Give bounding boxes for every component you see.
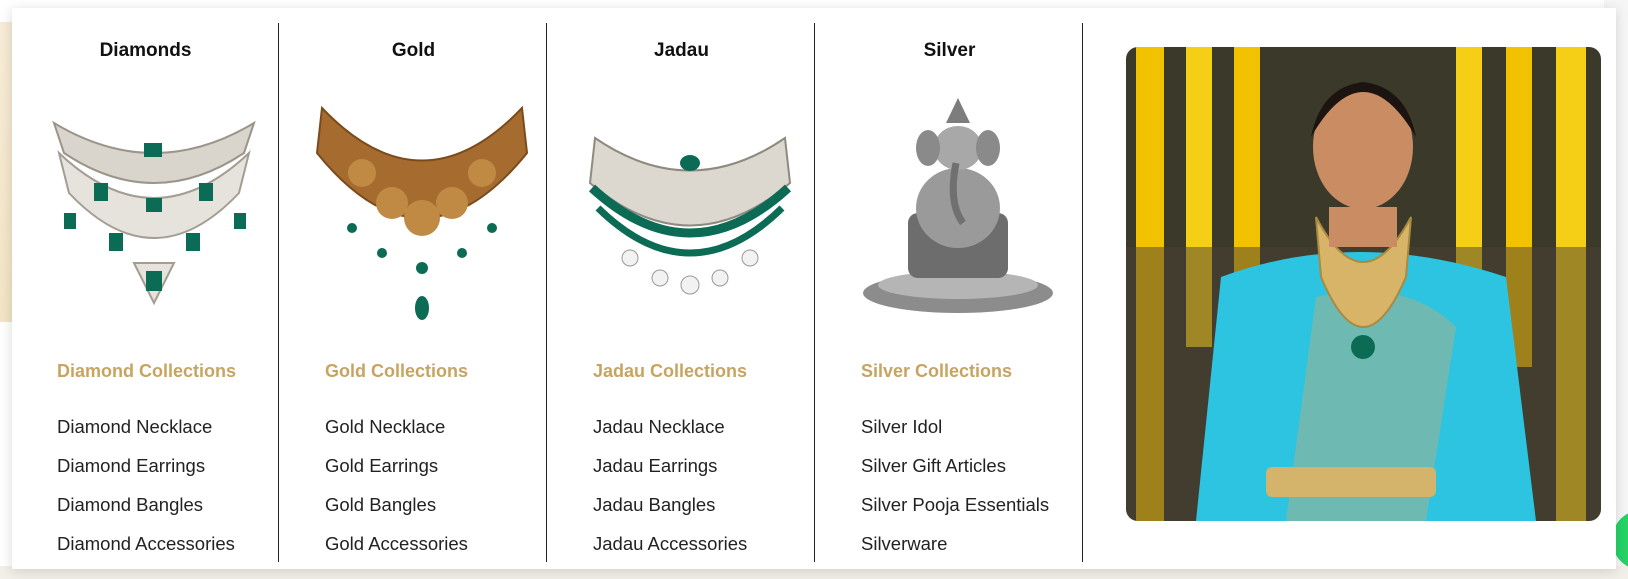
jadau-category-list: Jadau Necklace Jadau Earrings Jadau Bang… — [593, 407, 747, 563]
column-title[interactable]: Silver — [816, 40, 1083, 62]
menu-item-silver-gift-articles[interactable]: Silver Gift Articles — [861, 446, 1049, 485]
menu-item-gold-earrings[interactable]: Gold Earrings — [325, 446, 468, 485]
menu-item-jadau-accessories[interactable]: Jadau Accessories — [593, 524, 747, 563]
column-title[interactable]: Diamonds — [12, 40, 279, 62]
menu-item-diamond-bangles[interactable]: Diamond Bangles — [57, 485, 235, 524]
menu-item-silverware[interactable]: Silverware — [861, 524, 1049, 563]
menu-column-diamonds: Diamonds Diamond Collections Diamond Nec… — [12, 23, 279, 562]
menu-item-diamond-accessories[interactable]: Diamond Accessories — [57, 524, 235, 563]
diamond-category-list: Diamond Necklace Diamond Earrings Diamon… — [57, 407, 235, 563]
menu-column-jadau: Jadau Jadau Collections Jadau Necklace J… — [548, 23, 815, 562]
menu-item-diamond-earrings[interactable]: Diamond Earrings — [57, 446, 235, 485]
menu-item-gold-necklace[interactable]: Gold Necklace — [325, 407, 468, 446]
menu-item-jadau-earrings[interactable]: Jadau Earrings — [593, 446, 747, 485]
column-title[interactable]: Jadau — [548, 40, 815, 62]
menu-item-gold-bangles[interactable]: Gold Bangles — [325, 485, 468, 524]
menu-item-gold-accessories[interactable]: Gold Accessories — [325, 524, 468, 563]
gold-collections-link[interactable]: Gold Collections — [325, 361, 468, 382]
menu-item-silver-idol[interactable]: Silver Idol — [861, 407, 1049, 446]
menu-item-jadau-bangles[interactable]: Jadau Bangles — [593, 485, 747, 524]
gold-category-list: Gold Necklace Gold Earrings Gold Bangles… — [325, 407, 468, 563]
silver-idol-image[interactable] — [838, 93, 1078, 323]
menu-column-silver: Silver Silver Collections Silver Idol Si… — [816, 23, 1083, 562]
mega-menu-dropdown: Diamonds Diamond Collections Diamond Nec… — [12, 8, 1616, 569]
bride-jewellery-model-image[interactable] — [1126, 47, 1601, 521]
silver-category-list: Silver Idol Silver Gift Articles Silver … — [861, 407, 1049, 563]
menu-item-silver-pooja-essentials[interactable]: Silver Pooja Essentials — [861, 485, 1049, 524]
menu-column-gold: Gold Gold Collections Gold Necklace Gold… — [280, 23, 547, 562]
column-title[interactable]: Gold — [280, 40, 547, 62]
gold-necklace-image[interactable] — [302, 93, 542, 323]
jadau-necklace-image[interactable] — [570, 93, 810, 323]
diamond-necklace-image[interactable] — [34, 93, 274, 323]
menu-item-diamond-necklace[interactable]: Diamond Necklace — [57, 407, 235, 446]
menu-item-jadau-necklace[interactable]: Jadau Necklace — [593, 407, 747, 446]
jadau-collections-link[interactable]: Jadau Collections — [593, 361, 747, 382]
silver-collections-link[interactable]: Silver Collections — [861, 361, 1012, 382]
diamond-collections-link[interactable]: Diamond Collections — [57, 361, 236, 382]
